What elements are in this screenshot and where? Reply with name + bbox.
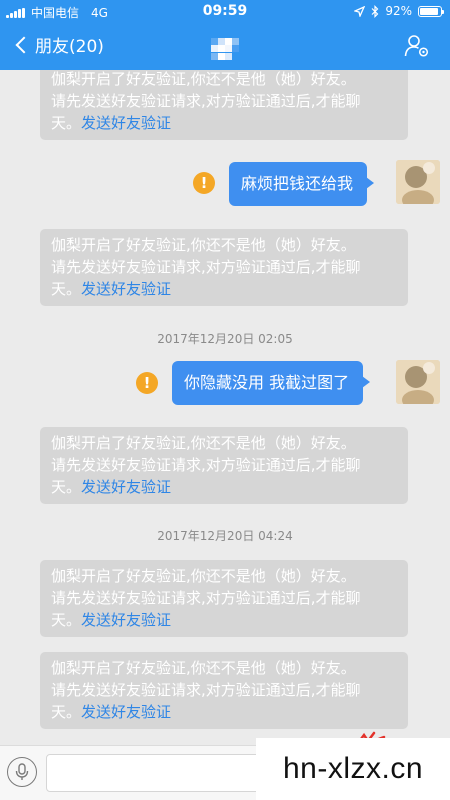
avatar[interactable] [396, 360, 440, 404]
system-text-line: 伽梨开启了好友验证,你还不是他（她）好友。 [51, 434, 356, 452]
header: 中国电信 4G 09:59 92% 朋友(20) [0, 0, 450, 70]
outgoing-message: ! 麻烦把钱还给我 [0, 160, 450, 208]
chevron-left-icon [15, 36, 33, 53]
system-text-end: 天。 [51, 114, 82, 132]
send-failed-icon[interactable]: ! [136, 372, 158, 394]
timestamp: 2017年12月20日 02:05 [157, 332, 293, 346]
system-text-line: 请先发送好友验证请求,对方验证通过后,才能聊 [51, 589, 361, 607]
system-text-line: 请先发送好友验证请求,对方验证通过后,才能聊 [51, 258, 361, 276]
avatar-image [396, 160, 440, 204]
back-button[interactable]: 朋友(20) [14, 32, 104, 57]
system-text-end: 天。 [51, 478, 82, 496]
message-bubble[interactable]: 你隐藏没用 我截过图了 [172, 361, 371, 405]
send-verification-link[interactable]: 发送好友验证 [81, 280, 171, 298]
nav-bar: 朋友(20) [0, 22, 450, 70]
system-text-line: 请先发送好友验证请求,对方验证通过后,才能聊 [51, 456, 361, 474]
send-verification-link[interactable]: 发送好友验证 [81, 114, 171, 132]
status-bar: 中国电信 4G 09:59 92% [0, 0, 450, 22]
system-text-line: 伽梨开启了好友验证,你还不是他（她）好友。 [51, 567, 356, 585]
avatar[interactable] [396, 160, 440, 204]
system-text-line: 天。发送好友验证 [51, 112, 398, 134]
watermark: hn-xlzx.cn [256, 738, 450, 800]
chat-screen: 中国电信 4G 09:59 92% 朋友(20) 伽梨开启了好友验证,你还不是他… [0, 0, 450, 800]
system-message: 伽梨开启了好友验证,你还不是他（她）好友。 请先发送好友验证请求,对方验证通过后… [40, 652, 408, 729]
system-text-line: 伽梨开启了好友验证,你还不是他（她）好友。 [51, 70, 356, 88]
system-text-end: 天。 [51, 703, 82, 721]
system-text-line: 天。发送好友验证 [51, 701, 398, 723]
system-text-end: 天。 [51, 280, 82, 298]
microphone-icon [15, 763, 29, 780]
battery-fill [420, 7, 438, 15]
system-text-line: 天。发送好友验证 [51, 476, 398, 498]
message-input[interactable] [46, 754, 276, 792]
message-list[interactable]: 伽梨开启了好友验证,你还不是他（她）好友。 请先发送好友验证请求,对方验证通过后… [0, 70, 450, 745]
avatar-image [396, 360, 440, 404]
system-message: 伽梨开启了好友验证,你还不是他（她）好友。 请先发送好友验证请求,对方验证通过后… [40, 427, 408, 504]
voice-button[interactable] [7, 757, 37, 787]
system-text-line: 天。发送好友验证 [51, 278, 398, 300]
system-text-line: 伽梨开启了好友验证,你还不是他（她）好友。 [51, 659, 356, 677]
send-verification-link[interactable]: 发送好友验证 [81, 611, 171, 629]
system-text-line: 伽梨开启了好友验证,你还不是他（她）好友。 [51, 236, 356, 254]
location-icon [354, 5, 366, 17]
profile-settings-icon[interactable] [404, 34, 430, 58]
system-message: 伽梨开启了好友验证,你还不是他（她）好友。 请先发送好友验证请求,对方验证通过后… [40, 560, 408, 637]
battery-percent: 92% [385, 4, 412, 18]
system-message: 伽梨开启了好友验证,你还不是他（她）好友。 请先发送好友验证请求,对方验证通过后… [40, 229, 408, 306]
send-verification-link[interactable]: 发送好友验证 [81, 703, 171, 721]
back-label: 朋友(20) [35, 37, 104, 57]
battery-icon [418, 5, 444, 17]
send-failed-icon[interactable]: ! [193, 172, 215, 194]
bluetooth-icon [371, 4, 379, 18]
system-text-end: 天。 [51, 611, 82, 629]
system-text-line: 请先发送好友验证请求,对方验证通过后,才能聊 [51, 681, 361, 699]
system-message: 伽梨开启了好友验证,你还不是他（她）好友。 请先发送好友验证请求,对方验证通过后… [40, 70, 408, 140]
outgoing-message: ! 你隐藏没用 我截过图了 [0, 358, 450, 406]
timestamp: 2017年12月20日 04:24 [157, 529, 293, 543]
system-text-line: 请先发送好友验证请求,对方验证通过后,才能聊 [51, 92, 361, 110]
obscured-title [211, 38, 239, 60]
send-verification-link[interactable]: 发送好友验证 [81, 478, 171, 496]
message-bubble[interactable]: 麻烦把钱还给我 [229, 162, 375, 206]
system-text-line: 天。发送好友验证 [51, 609, 398, 631]
status-right: 92% [354, 4, 444, 18]
